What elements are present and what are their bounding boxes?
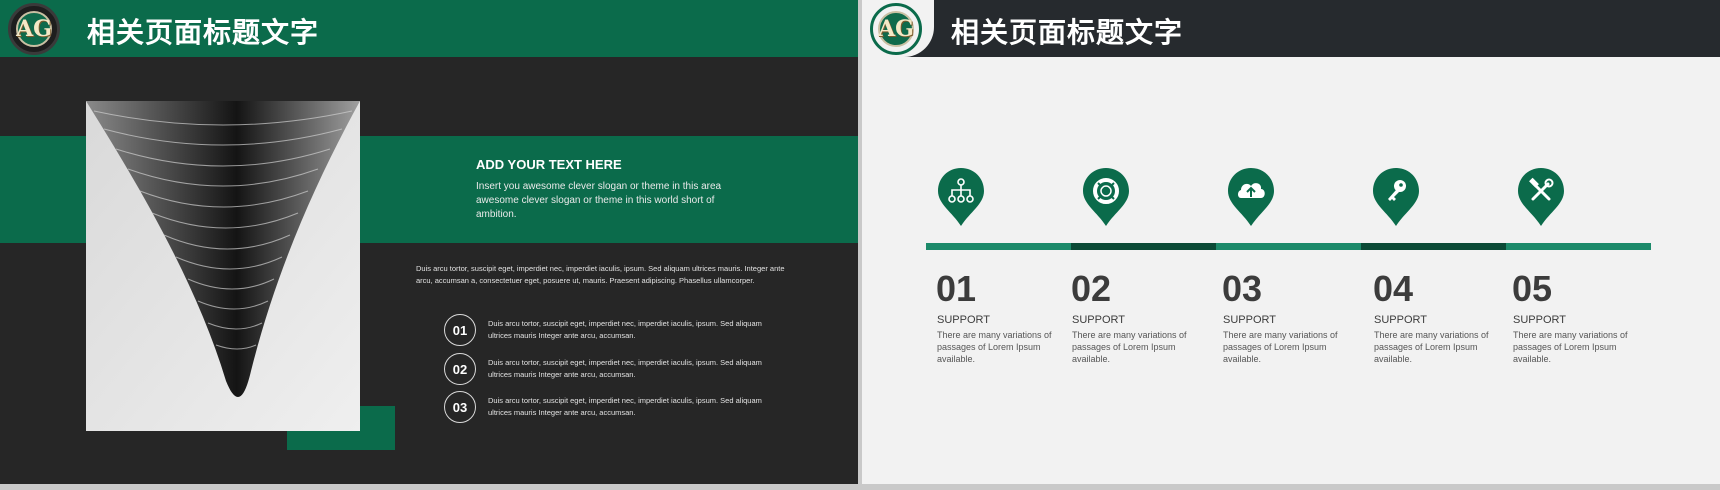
list-item: 02 Duis arcu tortor, suscipit eget, impe… xyxy=(444,353,804,387)
timeline-segment xyxy=(1361,243,1506,250)
step-pin xyxy=(1083,168,1129,228)
timeline-segment xyxy=(1071,243,1216,250)
key-icon xyxy=(1388,180,1406,201)
intro-paragraph: Duis arcu tortor, suscipit eget, imperdi… xyxy=(416,264,785,285)
logo-text: AG xyxy=(16,16,52,42)
step-description: There are many variations of passages of… xyxy=(1513,330,1628,364)
step-number: 01 xyxy=(936,268,977,309)
step-title: SUPPORT xyxy=(1374,314,1427,326)
step-description: There are many variations of passages of… xyxy=(1223,330,1338,364)
step-number: 02 xyxy=(1071,268,1112,309)
number-badge: 02 xyxy=(444,353,476,385)
step-title: SUPPORT xyxy=(1072,314,1125,326)
list-item-text: Duis arcu tortor, suscipit eget, imperdi… xyxy=(488,319,762,340)
list-item: 03 Duis arcu tortor, suscipit eget, impe… xyxy=(444,391,804,425)
hierarchy-icon xyxy=(948,178,974,203)
timeline-segment xyxy=(1506,243,1651,250)
list-item-text: Duis arcu tortor, suscipit eget, imperdi… xyxy=(488,396,762,417)
step-pin xyxy=(1373,168,1419,228)
step-description: There are many variations of passages of… xyxy=(1374,330,1489,364)
logo-text: AG xyxy=(878,16,914,42)
logo-badge: AG xyxy=(8,3,60,55)
slide-right: AG 相关页面标题文字 01 SUPPORT There are many va… xyxy=(862,0,1720,484)
step-number: 03 xyxy=(1222,268,1263,309)
step-title: SUPPORT xyxy=(937,314,990,326)
step-description: There are many variations of passages of… xyxy=(937,330,1052,364)
list-item: 01 Duis arcu tortor, suscipit eget, impe… xyxy=(444,314,804,348)
timeline-segment xyxy=(1216,243,1361,250)
list-item-text: Duis arcu tortor, suscipit eget, imperdi… xyxy=(488,358,762,379)
step-title: SUPPORT xyxy=(1513,314,1566,326)
headline-body: Insert you awesome clever slogan or them… xyxy=(476,181,722,220)
slide-left: AG 相关页面标题文字 ADD YOUR TEXT HERE Insert yo… xyxy=(0,0,858,484)
step-description: There are many variations of passages of… xyxy=(1072,330,1187,364)
step-pin xyxy=(938,168,984,228)
page-title: 相关页面标题文字 xyxy=(951,16,1184,49)
step-title: SUPPORT xyxy=(1223,314,1276,326)
timeline-segment xyxy=(926,243,1071,250)
number-badge: 01 xyxy=(444,314,476,346)
skyscraper-photo xyxy=(86,101,360,431)
headline: ADD YOUR TEXT HERE xyxy=(476,157,622,172)
lifebuoy-icon xyxy=(1093,178,1119,204)
logo-badge: AG xyxy=(870,3,922,55)
step-number: 05 xyxy=(1512,268,1553,309)
page-title: 相关页面标题文字 xyxy=(87,16,320,49)
step-number: 04 xyxy=(1373,268,1414,309)
number-badge: 03 xyxy=(444,391,476,423)
step-pin xyxy=(1518,168,1564,228)
tools-icon xyxy=(1529,177,1554,201)
cloud-upload-icon xyxy=(1238,183,1265,198)
step-pin xyxy=(1228,168,1274,228)
